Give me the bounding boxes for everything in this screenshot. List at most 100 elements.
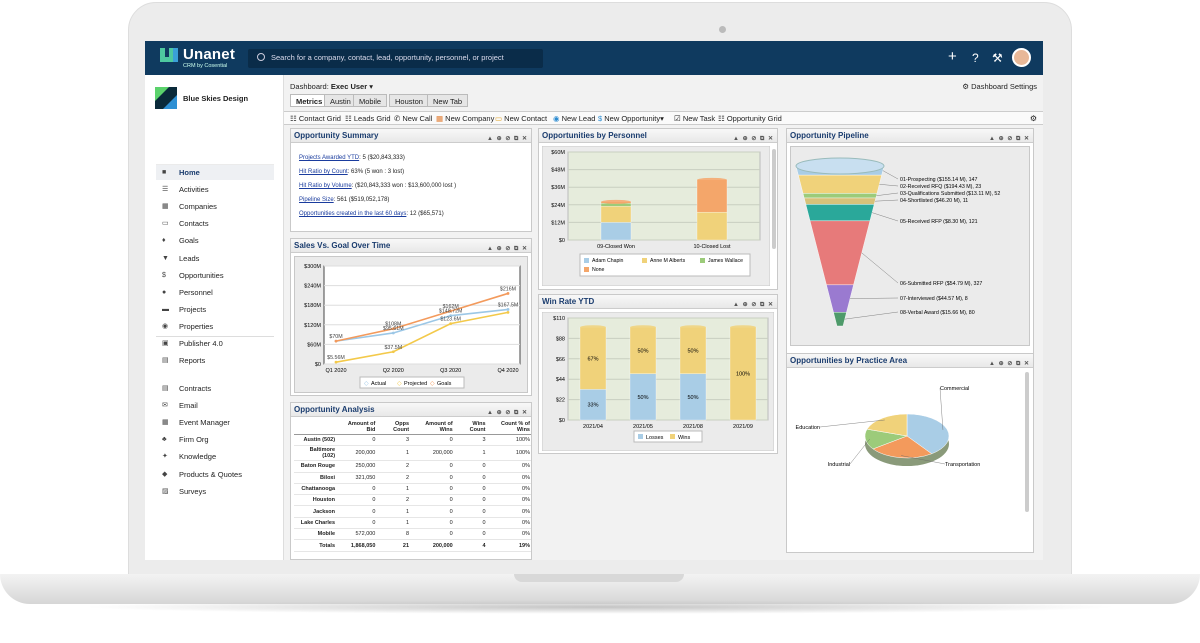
sidebar-item-email[interactable]: ✉ Email [156, 398, 274, 413]
table-cell: 1 [377, 505, 412, 518]
sidebar-item-surveys[interactable]: ▨ Surveys [156, 484, 274, 499]
summary-link[interactable]: Projects Awarded YTD [299, 155, 359, 161]
table-cell: 0 [411, 434, 455, 447]
win-rate-bar-chart: $0 $22 $44 $66 $88 $110 33% 67% 2021/04 50% 50% 202… [542, 312, 774, 451]
data-label: 50% [637, 348, 648, 354]
sidebar-item-event-manager[interactable]: ▦ Event Manager [156, 415, 274, 430]
toolbar-new-opportunity[interactable]: $ New Opportunity▾ [598, 114, 664, 123]
gear-icon[interactable]: ⚙ [1030, 114, 1037, 123]
sidebar-item-firm-org[interactable]: ♣ Firm Org [156, 432, 274, 447]
bar-segment [600, 206, 632, 223]
x-tick-label: Q1 2020 [325, 368, 346, 374]
tab-metrics[interactable]: Metrics [290, 94, 329, 107]
mail-icon: ✉ [162, 402, 168, 410]
column-header: Amount of Bid [337, 420, 378, 435]
summary-row: Hit Ratio by Count: 63% (5 won : 3 lost) [299, 169, 404, 175]
sidebar-item-products-quotes[interactable]: ◆ Products & Quotes [156, 467, 274, 482]
sidebar-item-knowledge[interactable]: ✦ Knowledge [156, 449, 274, 464]
toolbar-new-call[interactable]: ✆ New Call [394, 114, 432, 123]
toolbar-leads-grid[interactable]: ☷ Leads Grid [345, 114, 391, 123]
sidebar-item-leads[interactable]: ▼ Leads [156, 251, 274, 266]
panel-controls[interactable]: ▲ ⊕ ⊘ ⧉ ✕ [733, 298, 774, 312]
sidebar-item-opportunities[interactable]: $ Opportunities [156, 268, 274, 283]
sidebar-item-label: Email [179, 401, 198, 411]
toolbar-label: New Opportunity [604, 114, 661, 123]
y-tick-label: $110 [553, 316, 565, 322]
panel-controls[interactable]: ▲ ⊕ ⊘ ⧉ ✕ [487, 406, 528, 420]
panel-controls[interactable]: ▲ ⊕ ⊘ ⧉ ✕ [733, 132, 774, 146]
analysis-table: Amount of Bid Opps Count Amount of Wins Win… [294, 420, 531, 552]
sidebar-item-properties[interactable]: ◉ Properties [156, 319, 274, 334]
sidebar-item-activities[interactable]: ☰ Activities [156, 182, 274, 197]
home-icon: ■ [162, 169, 167, 176]
toolbar-new-contact[interactable]: ▭ New Contact [495, 114, 547, 123]
bar-cap [580, 325, 606, 330]
help-icon[interactable]: ? [972, 51, 979, 65]
data-label: $95.61M [383, 326, 404, 332]
toolbar-opportunity-grid[interactable]: ☷ Opportunity Grid [718, 114, 782, 123]
data-point [506, 292, 510, 295]
sidebar-item-personnel[interactable]: ● Personnel [156, 285, 274, 300]
sidebar-item-label: Firm Org [179, 435, 209, 445]
summary-link[interactable]: Hit Ratio by Volume [299, 183, 352, 189]
data-point [391, 331, 395, 335]
leader-line [882, 170, 899, 180]
table-cell: 0 [337, 517, 378, 530]
panel-controls[interactable]: ▲ ⊕ ⊘ ⧉ ✕ [487, 132, 528, 146]
table-cell: 572,000 [337, 528, 378, 541]
scrollbar[interactable] [1025, 372, 1029, 512]
summary-link[interactable]: Opportunities created in the last 60 day… [299, 211, 406, 217]
sidebar-item-contacts[interactable]: ▭ Contacts [156, 216, 274, 231]
toolbar-contact-grid[interactable]: ☷ Contact Grid [290, 114, 341, 123]
tab-austin[interactable]: Austin [324, 94, 357, 107]
panel-controls[interactable]: ▲ ⊕ ⊘ ⧉ ✕ [989, 132, 1030, 146]
trophy-icon: ♦ [162, 237, 166, 245]
panel-controls[interactable]: ▲ ⊕ ⊘ ⧉ ✕ [487, 242, 528, 256]
sidebar-item-home[interactable]: ■ Home [156, 165, 274, 180]
sidebar-item-goals[interactable]: ♦ Goals [156, 233, 274, 248]
sidebar-item-publisher-4-0[interactable]: ▣ Publisher 4.0 [156, 336, 274, 351]
toolbar-new-company[interactable]: ▦ New Company [436, 114, 494, 123]
dashboard-selector[interactable]: Dashboard: Exec User ▾ [290, 82, 373, 91]
legend-swatch [670, 434, 675, 439]
summary-link[interactable]: Hit Ratio by Count [299, 169, 348, 175]
data-label: 50% [637, 395, 648, 401]
table-cell: 0 [454, 460, 488, 473]
toolbar-new-lead[interactable]: ◉ New Lead [553, 114, 595, 123]
panel-title: Sales Vs. Goal Over Time [294, 241, 391, 250]
chevron-down-icon: ▾ [369, 82, 374, 91]
sidebar-item-projects[interactable]: ▬ Projects [156, 302, 274, 317]
data-point [449, 322, 453, 326]
summary-link[interactable]: Pipeline Size [299, 197, 334, 203]
toolbar-new-task[interactable]: ☑ New Task [674, 114, 715, 123]
toolbar-label: Opportunity Grid [726, 114, 782, 123]
table-cell: 2 [377, 494, 412, 507]
column-header: Opps Count [377, 420, 412, 435]
tab-houston[interactable]: Houston [389, 94, 429, 107]
panel-title: Opportunities by Practice Area [790, 356, 908, 365]
sidebar-item-companies[interactable]: ▦ Companies [156, 199, 274, 214]
table-cell: 0 [411, 517, 455, 530]
legend-swatch [584, 258, 589, 263]
table-cell: Chattanooga [294, 483, 338, 496]
plus-icon[interactable]: + [948, 48, 957, 65]
sidebar-item-reports[interactable]: ▤ Reports [156, 353, 274, 368]
data-label: $37.5M [384, 345, 402, 351]
bar-cap [730, 325, 756, 330]
laptop-shadow [80, 600, 1120, 614]
tab-mobile[interactable]: Mobile [353, 94, 388, 107]
table-cell: 1 [377, 483, 412, 496]
sidebar-item-contracts[interactable]: ▤ Contracts [156, 381, 274, 396]
panel-controls[interactable]: ▲ ⊕ ⊘ ⧉ ✕ [989, 357, 1030, 371]
scrollbar[interactable] [772, 149, 776, 249]
tools-icon[interactable]: ⚒ [992, 51, 1003, 65]
dashboard-settings-button[interactable]: ⚙ Dashboard Settings [962, 82, 1037, 91]
tab-new-tab[interactable]: New Tab [427, 94, 469, 107]
avatar[interactable] [1012, 48, 1031, 67]
toolbar-label: Leads Grid [353, 114, 391, 123]
toolbar-label: New Call [402, 114, 433, 123]
bar-cap [680, 325, 706, 330]
sidebar: Blue Skies Design ■ Home ☰ Activities ▦ Compa… [145, 75, 284, 560]
y-tick-label: $88 [556, 336, 565, 342]
summary-row: Opportunities created in the last 60 day… [299, 211, 444, 217]
